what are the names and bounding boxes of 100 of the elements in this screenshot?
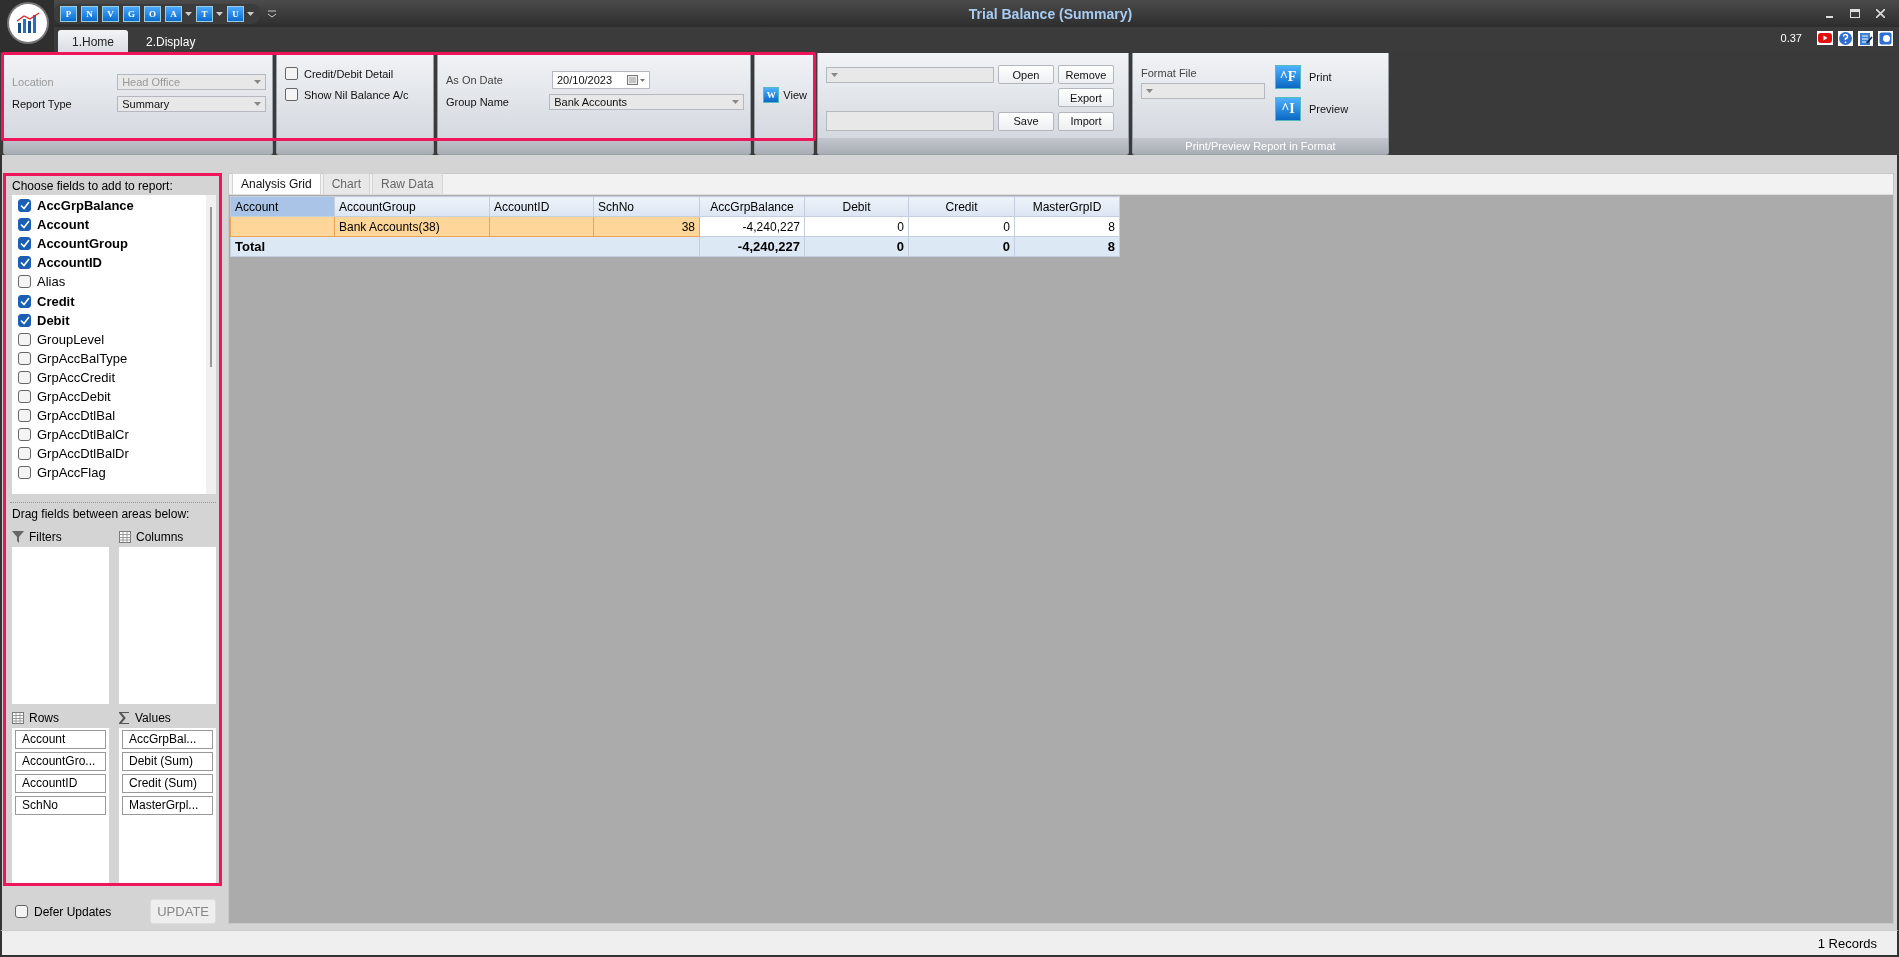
checkbox[interactable] xyxy=(18,256,31,270)
checkbox[interactable] xyxy=(18,275,31,289)
action-button[interactable]: Import xyxy=(1058,111,1114,131)
checkbox[interactable] xyxy=(15,905,28,918)
field-name[interactable]: Credit xyxy=(37,293,75,309)
field-chip[interactable]: Credit (Sum) xyxy=(122,774,213,793)
close-icon[interactable] xyxy=(1876,9,1885,18)
column-header[interactable]: AccountGroup xyxy=(334,196,490,217)
help-icon[interactable] xyxy=(1838,30,1853,46)
customize-toolbar-icon[interactable] xyxy=(268,9,276,18)
field-chip[interactable]: AccountGro... xyxy=(15,752,106,771)
field-name[interactable]: GrpAccBalType xyxy=(37,350,128,366)
field-label: Format File xyxy=(1141,67,1198,79)
caret-icon xyxy=(1146,89,1153,93)
checkbox[interactable] xyxy=(18,428,31,442)
area-label: Rows xyxy=(29,711,59,725)
checkbox[interactable] xyxy=(18,237,31,251)
action-button[interactable]: Open xyxy=(998,65,1054,84)
field-name[interactable]: GrpAccCredit xyxy=(37,369,116,385)
quick-access-button[interactable]: G xyxy=(123,5,140,22)
view-tab[interactable]: Chart xyxy=(322,173,371,194)
grid-icon xyxy=(119,531,131,543)
field-chip[interactable]: Account xyxy=(15,730,106,749)
column-header[interactable]: Account xyxy=(230,196,335,217)
ribbon-tab[interactable]: 2.Display xyxy=(132,30,210,53)
print-button[interactable]: ^F Print xyxy=(1275,65,1349,89)
checkbox[interactable] xyxy=(18,332,31,346)
checkbox[interactable] xyxy=(18,199,31,213)
field-name[interactable]: GrpAccDtlBalDr xyxy=(37,446,129,462)
action-button[interactable]: Remove xyxy=(1058,65,1114,84)
scrollbar-thumb[interactable] xyxy=(210,207,212,367)
video-play-icon[interactable] xyxy=(1817,31,1833,45)
field-name[interactable]: AccountID xyxy=(37,255,102,271)
caret-icon xyxy=(831,72,838,77)
checkbox[interactable] xyxy=(18,409,31,423)
quick-access-button[interactable]: V xyxy=(102,5,119,22)
field-label: Report Type xyxy=(12,98,73,110)
report-type-dropdown[interactable]: Summary xyxy=(117,96,266,112)
field-name[interactable]: GroupLevel xyxy=(37,331,105,347)
record-count: 1 Records xyxy=(1817,935,1877,951)
action-button[interactable]: Save xyxy=(998,111,1054,131)
field-chip[interactable]: SchNo xyxy=(15,796,106,815)
checkbox[interactable] xyxy=(285,67,298,80)
area-label: Values xyxy=(135,711,171,725)
drop-area[interactable]: Account AccountGro... AccountID SchNo xyxy=(12,728,109,885)
checkbox[interactable] xyxy=(18,466,31,480)
checkbox[interactable] xyxy=(18,218,31,232)
checkbox[interactable] xyxy=(18,370,31,384)
calendar-icon[interactable] xyxy=(627,75,645,85)
field-name[interactable]: Debit xyxy=(37,312,70,328)
info-icon[interactable] xyxy=(1878,30,1893,46)
drop-area[interactable]: AccGrpBal... Debit (Sum) Credit (Sum) MasterGrpl... xyxy=(119,728,216,885)
action-button[interactable]: Export xyxy=(1058,88,1114,107)
view-tab[interactable]: Raw Data xyxy=(372,173,443,194)
column-header[interactable]: MasterGrpID xyxy=(1014,196,1120,217)
column-header[interactable]: Debit xyxy=(804,196,909,217)
area-label: Columns xyxy=(136,530,184,544)
field-name[interactable]: AccountGroup xyxy=(37,236,128,252)
preview-button[interactable]: ^I Preview xyxy=(1275,97,1349,121)
field-name[interactable]: GrpAccDtlBal xyxy=(37,408,116,424)
field-label: Group Name xyxy=(446,96,510,108)
chart-logo-icon[interactable] xyxy=(15,11,41,35)
maximize-icon[interactable] xyxy=(1850,9,1860,18)
view-tab[interactable]: Analysis Grid xyxy=(232,173,321,194)
ribbon-tab[interactable]: 1.Home xyxy=(58,30,129,53)
caret-icon xyxy=(254,102,261,106)
checkbox[interactable] xyxy=(18,294,31,308)
checkbox[interactable] xyxy=(18,313,31,327)
text-field[interactable] xyxy=(826,111,994,131)
field-name[interactable]: Alias xyxy=(37,274,66,290)
window-title: Trial Balance (Summary) xyxy=(967,5,1134,22)
quick-access-button[interactable]: O xyxy=(144,5,161,22)
panel-heading: Choose fields to add to report: xyxy=(11,178,174,195)
column-header[interactable]: SchNo xyxy=(593,196,700,217)
grid-icon xyxy=(12,712,24,724)
checkbox[interactable] xyxy=(18,390,31,403)
field-name[interactable]: GrpAccDebit xyxy=(37,389,111,404)
field-label: As On Date xyxy=(446,74,504,86)
group-caption: Print/Preview Report in Format xyxy=(1185,140,1336,152)
checkbox[interactable] xyxy=(18,447,31,461)
field-name[interactable]: GrpAccDtlBalCr xyxy=(37,427,129,443)
field-chip[interactable]: MasterGrpl... xyxy=(122,796,213,815)
group-name-dropdown[interactable]: Bank Accounts xyxy=(549,94,744,110)
field-chip[interactable]: Debit (Sum) xyxy=(122,752,213,771)
caret-icon xyxy=(185,11,192,16)
field-name[interactable]: AccGrpBalance xyxy=(37,198,134,214)
checkbox[interactable] xyxy=(18,351,31,365)
date-field[interactable]: 20/10/2023 xyxy=(552,71,650,89)
column-header[interactable]: Credit xyxy=(908,196,1015,217)
column-header[interactable]: AccGrpBalance xyxy=(699,196,805,217)
field-name[interactable]: GrpAccFlag xyxy=(37,465,106,481)
notepad-icon[interactable] xyxy=(1858,30,1873,46)
column-header[interactable]: AccountID xyxy=(489,196,594,217)
field-name[interactable]: Account xyxy=(37,217,89,233)
field-chip[interactable]: AccGrpBal... xyxy=(122,730,213,749)
checkbox[interactable] xyxy=(285,88,298,101)
checkbox-label: Credit/Debit Detail xyxy=(304,67,394,80)
field-chip[interactable]: AccountID xyxy=(15,774,106,793)
caret-icon xyxy=(247,11,254,16)
view-button[interactable]: W View xyxy=(763,87,807,103)
